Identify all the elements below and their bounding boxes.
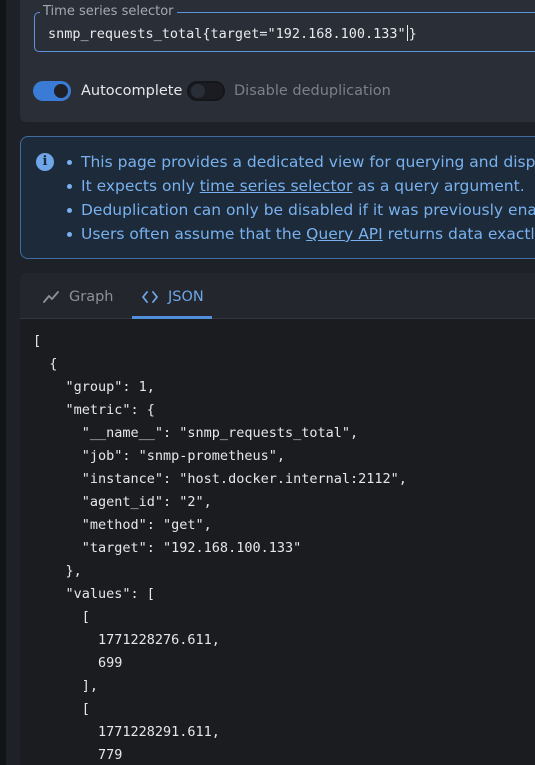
info-item: Users often assume that the Query API re…: [66, 222, 535, 246]
toggle-knob: [54, 84, 68, 98]
info-item: This page provides a dedicated view for …: [66, 150, 535, 174]
tab-graph[interactable]: Graph: [43, 287, 113, 307]
info-item: Deduplication can only be disabled if it…: [66, 198, 535, 222]
time-series-selector-input[interactable]: snmp_requests_total{target="192.168.100.…: [48, 24, 417, 44]
time-series-selector-link[interactable]: time series selector: [200, 177, 353, 195]
disable-deduplication-label[interactable]: Disable deduplication: [234, 82, 391, 100]
selector-value-text: snmp_requests_total{target="192.168.100.…: [48, 26, 406, 42]
vmui-raw-query-page: Time series selector snmp_requests_total…: [0, 0, 535, 765]
chart-line-icon: [43, 291, 59, 303]
info-text: Deduplication can only be disabled if it…: [81, 201, 535, 219]
time-series-selector-label: Time series selector: [40, 4, 177, 20]
tab-graph-label: Graph: [69, 289, 114, 305]
sidebar-edge: [0, 0, 6, 765]
info-list: This page provides a dedicated view for …: [66, 150, 535, 246]
info-text: Users often assume that the: [81, 225, 307, 243]
autocomplete-label[interactable]: Autocomplete: [81, 82, 182, 100]
autocomplete-toggle[interactable]: [33, 81, 71, 101]
info-text: as a query argument.: [352, 177, 525, 195]
query-api-link[interactable]: Query API: [306, 225, 383, 243]
tab-json[interactable]: JSON: [142, 287, 204, 307]
active-tab-indicator: [132, 316, 212, 319]
code-brackets-icon: [142, 291, 158, 303]
json-result-view: [ { "group": 1, "metric": { "__name__": …: [33, 333, 407, 763]
disable-deduplication-toggle[interactable]: [187, 81, 225, 101]
info-text: It expects only: [81, 177, 200, 195]
tab-json-label: JSON: [168, 289, 204, 305]
toggle-knob: [191, 84, 205, 98]
info-text: This page provides a dedicated view for …: [81, 153, 535, 171]
info-circle-icon: i: [36, 153, 54, 171]
info-item: It expects only time series selector as …: [66, 174, 535, 198]
info-text: returns data exactly a: [387, 225, 535, 243]
selector-value-tail: }: [408, 26, 417, 42]
text-caret: [406, 25, 408, 41]
